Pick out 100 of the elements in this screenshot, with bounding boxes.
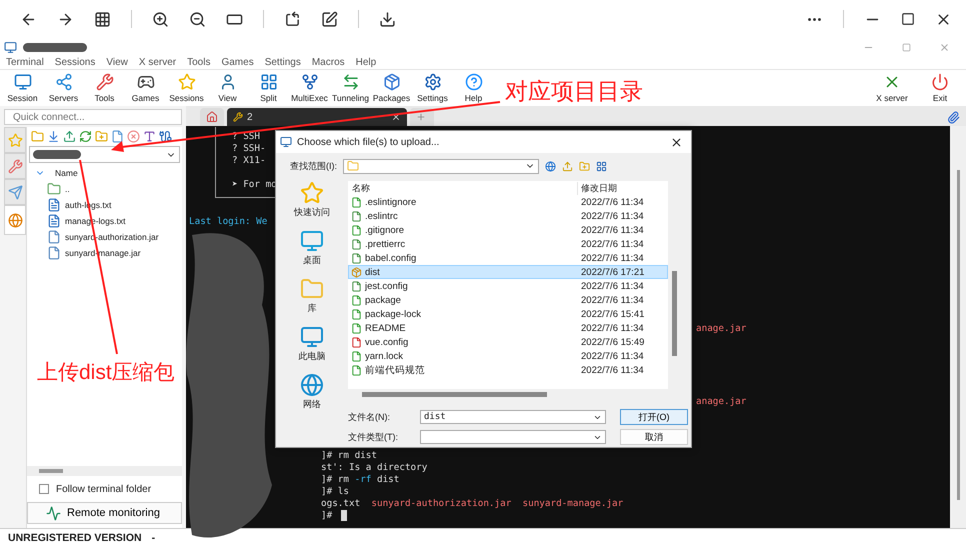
file-row[interactable]: 前端代码规范 2022/7/6 11:34 bbox=[348, 363, 668, 377]
archive-icon bbox=[351, 266, 362, 278]
toolbar-button[interactable]: Games bbox=[125, 73, 166, 103]
cancel-button[interactable]: 取消 bbox=[620, 429, 688, 445]
tree-item[interactable]: .. bbox=[35, 181, 182, 197]
toolbar-button[interactable]: Tunneling bbox=[330, 73, 371, 103]
toolbar-button[interactable]: Settings bbox=[412, 73, 453, 103]
view-menu-icon[interactable] bbox=[596, 160, 607, 172]
terminal-tab[interactable]: 2 bbox=[227, 108, 407, 126]
menu-item[interactable]: Sessions bbox=[54, 57, 96, 68]
restore-icon[interactable] bbox=[902, 42, 911, 52]
grid-icon[interactable] bbox=[94, 10, 111, 28]
place-item[interactable]: 库 bbox=[300, 277, 324, 315]
place-item[interactable]: 快速访问 bbox=[294, 181, 330, 219]
refresh-icon[interactable] bbox=[79, 130, 92, 143]
sidebar-tab[interactable] bbox=[4, 205, 26, 235]
file-row[interactable]: babel.config 2022/7/6 11:34 bbox=[348, 251, 668, 265]
terminal-line: ]# bbox=[321, 510, 332, 522]
look-in-dropdown[interactable] bbox=[343, 158, 539, 174]
filetype-dropdown[interactable] bbox=[420, 430, 606, 444]
scrollbar-thumb[interactable] bbox=[39, 469, 63, 473]
toolbar-button[interactable]: View bbox=[207, 73, 248, 103]
star-icon bbox=[178, 73, 196, 91]
file-row[interactable]: .eslintignore 2022/7/6 11:34 bbox=[348, 195, 668, 209]
path-dropdown[interactable] bbox=[29, 146, 180, 163]
toolbar-button[interactable]: Packages bbox=[371, 73, 412, 103]
file-row[interactable]: .prettierrc 2022/7/6 11:34 bbox=[348, 237, 668, 251]
terminal-line: ]# rm -rf dist bbox=[321, 474, 400, 486]
scrollbar-thumb[interactable] bbox=[672, 271, 676, 356]
cursor bbox=[341, 510, 347, 521]
wrench-icon bbox=[96, 73, 114, 91]
file-icon bbox=[351, 238, 362, 250]
file-row[interactable]: package-lock 2022/7/6 15:41 bbox=[348, 307, 668, 321]
home-tab[interactable] bbox=[200, 108, 224, 126]
place-item[interactable]: 网络 bbox=[300, 373, 324, 411]
rotate-icon[interactable] bbox=[284, 10, 301, 28]
tunnel-icon bbox=[342, 73, 360, 91]
menu-item[interactable]: Settings bbox=[264, 57, 301, 68]
terminal-line: Last login: We bbox=[189, 216, 268, 228]
file-row[interactable]: jest.config 2022/7/6 11:34 bbox=[348, 279, 668, 293]
toolbar-button[interactable]: Tools bbox=[84, 73, 125, 103]
rename-icon[interactable] bbox=[143, 130, 156, 143]
toolbar-button[interactable]: MultiExec bbox=[289, 73, 330, 103]
paper-plane-icon bbox=[8, 184, 22, 200]
scrollbar-thumb[interactable] bbox=[362, 392, 547, 396]
maximize-icon[interactable] bbox=[901, 12, 915, 26]
menu-item[interactable]: Terminal bbox=[6, 57, 44, 68]
close-icon[interactable] bbox=[391, 112, 401, 122]
zoom-in-icon[interactable] bbox=[152, 10, 169, 28]
place-item[interactable]: 桌面 bbox=[300, 229, 324, 267]
package-icon bbox=[382, 73, 400, 91]
toolbar-button[interactable]: X server bbox=[868, 73, 916, 103]
app-logo-icon bbox=[4, 40, 17, 54]
sidebar-tab[interactable] bbox=[4, 153, 26, 179]
follow-folder-checkbox[interactable]: Follow terminal folder bbox=[27, 476, 182, 502]
menu-item[interactable]: View bbox=[106, 57, 128, 68]
menu-item[interactable]: Help bbox=[356, 57, 376, 68]
open-button[interactable]: 打开(O) bbox=[620, 409, 688, 425]
text-file-icon bbox=[47, 214, 61, 228]
menu-item[interactable]: Tools bbox=[187, 57, 210, 68]
file-row[interactable]: .eslintrc 2022/7/6 11:34 bbox=[348, 209, 668, 223]
toolbar-button[interactable]: Sessions bbox=[166, 73, 207, 103]
remote-monitoring-button[interactable]: Remote monitoring bbox=[27, 502, 182, 524]
status-text: - bbox=[152, 532, 156, 544]
toolbar-button[interactable]: Servers bbox=[43, 73, 84, 103]
close-icon[interactable] bbox=[670, 136, 683, 148]
filename-field[interactable]: dist bbox=[420, 410, 606, 424]
toolbar-button[interactable]: Help bbox=[453, 73, 494, 103]
edit-icon[interactable] bbox=[321, 10, 338, 28]
quick-connect-field[interactable]: Quick connect... bbox=[4, 109, 182, 125]
parent-folder-icon[interactable] bbox=[31, 130, 44, 143]
download-icon[interactable] bbox=[379, 10, 396, 28]
zoom-out-icon[interactable] bbox=[189, 10, 206, 28]
look-in-label: 查找范围(I): bbox=[290, 160, 337, 172]
menu-item[interactable]: Games bbox=[221, 57, 254, 68]
menu-item[interactable]: X server bbox=[138, 57, 176, 68]
fork-icon bbox=[300, 73, 318, 91]
file-row[interactable]: dist 2022/7/6 17:21 bbox=[348, 265, 668, 279]
filetype-label: 文件类型(T): bbox=[348, 430, 399, 444]
toolbar-button[interactable]: Split bbox=[248, 73, 289, 103]
terminal-line: anage.jar bbox=[696, 323, 746, 335]
file-row[interactable]: README 2022/7/6 11:34 bbox=[348, 321, 668, 335]
file-row[interactable]: package 2022/7/6 11:34 bbox=[348, 293, 668, 307]
network-icon bbox=[54, 73, 72, 91]
attach-icon[interactable] bbox=[947, 111, 960, 124]
file-row[interactable]: vue.config 2022/7/6 15:49 bbox=[348, 335, 668, 349]
status-text: UNREGISTERED VERSION bbox=[8, 532, 142, 544]
toolbar-button[interactable]: Session bbox=[2, 73, 43, 103]
sidebar-tab[interactable] bbox=[4, 179, 26, 205]
column-header[interactable]: 名称 bbox=[348, 182, 577, 194]
new-folder-icon[interactable] bbox=[95, 130, 108, 143]
toolbar-button[interactable]: Exit bbox=[916, 73, 964, 103]
menu-item[interactable]: Macros bbox=[312, 57, 345, 68]
upload-icon[interactable] bbox=[63, 130, 76, 143]
new-file-icon[interactable] bbox=[111, 130, 124, 143]
file-row[interactable]: yarn.lock 2022/7/6 11:34 bbox=[348, 349, 668, 363]
file-icon bbox=[351, 294, 362, 306]
file-row[interactable]: .gitignore 2022/7/6 11:34 bbox=[348, 223, 668, 237]
folder-icon bbox=[300, 277, 324, 301]
place-item[interactable]: 此电脑 bbox=[298, 325, 326, 363]
